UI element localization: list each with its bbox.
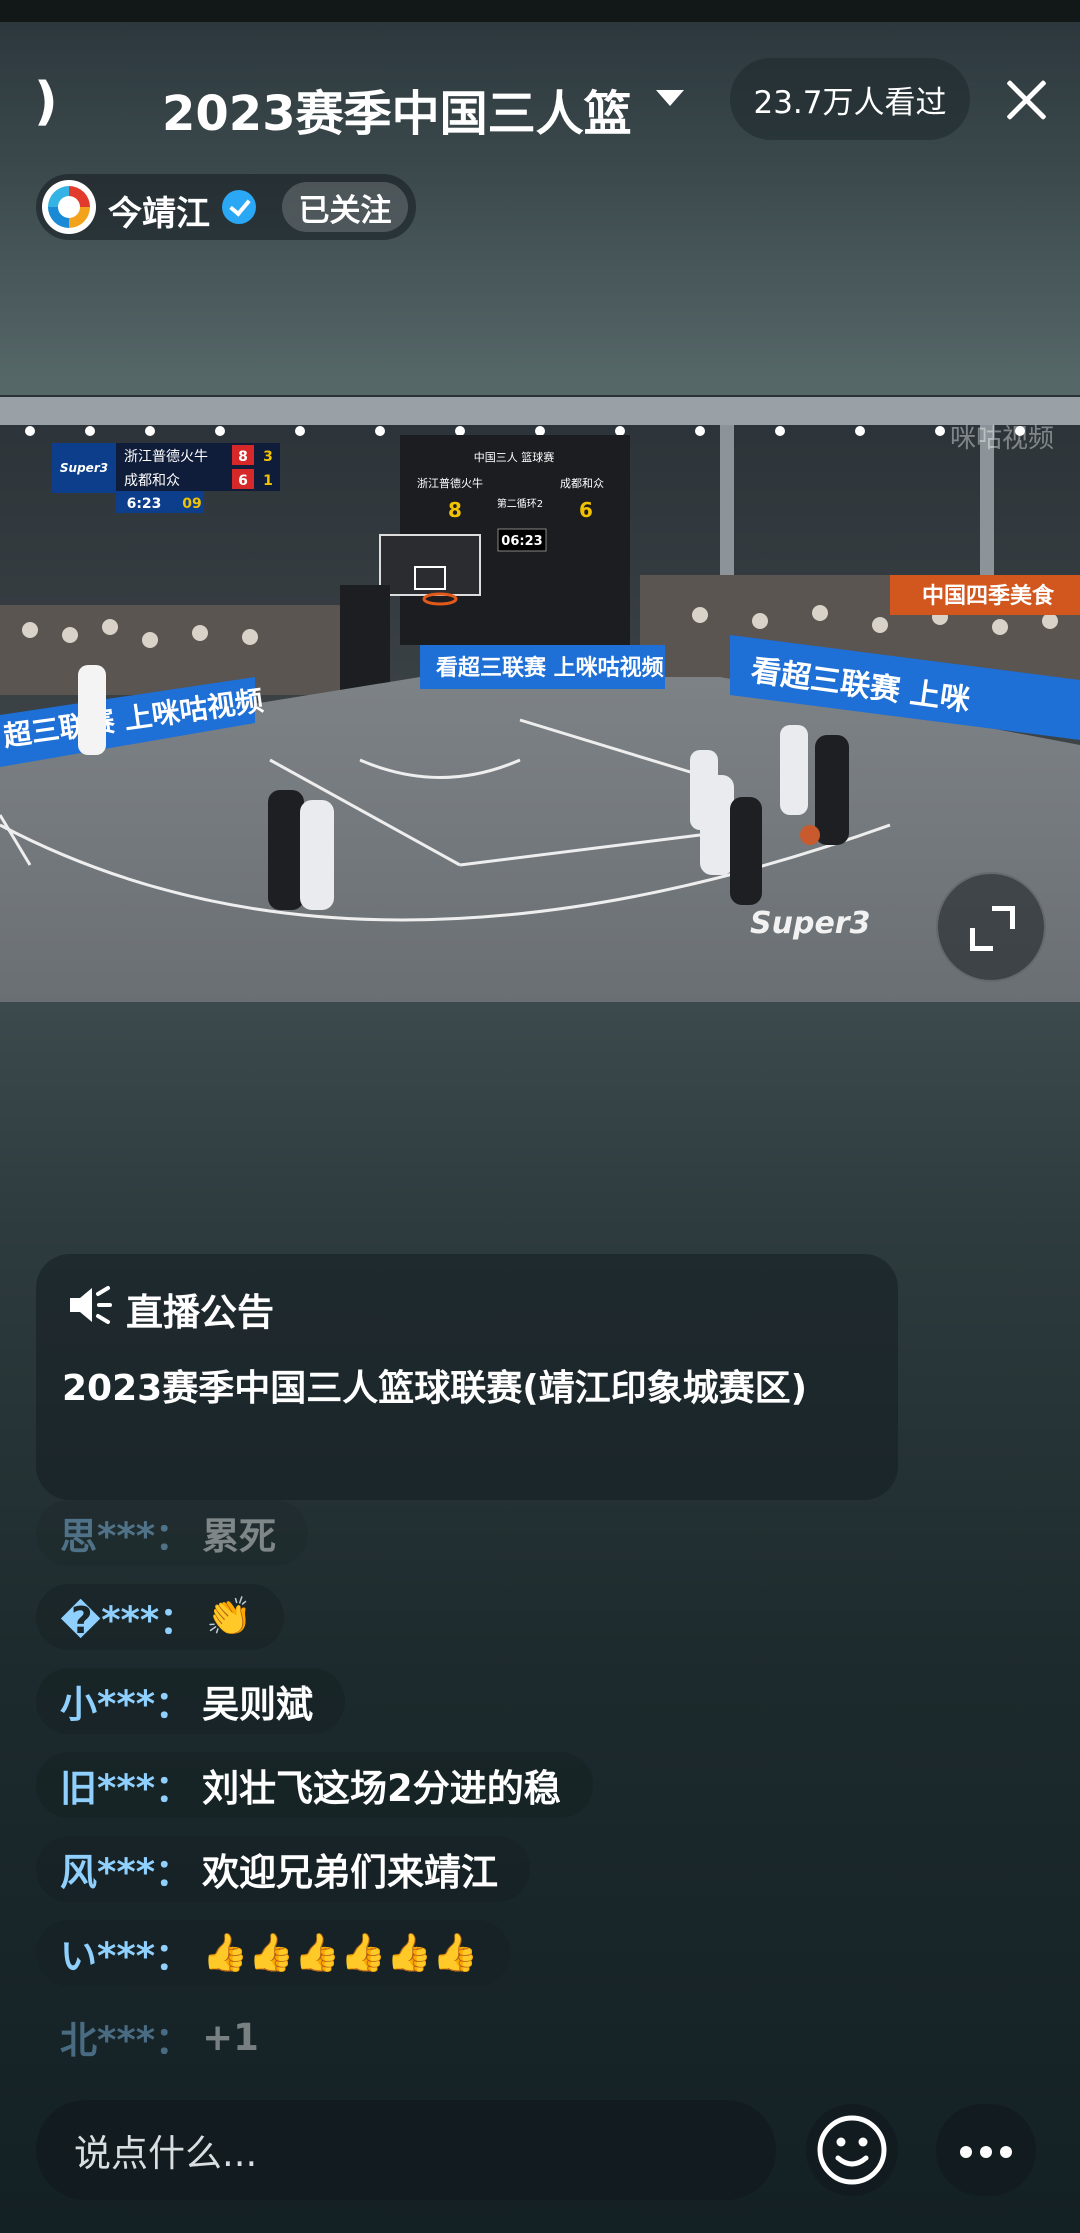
back-glyph[interactable]: ) [34, 72, 58, 132]
board-period: 第二循环2 [497, 497, 543, 510]
chat-username[interactable]: い***： [60, 1926, 192, 1980]
scorebug-badge: Super3 [60, 461, 108, 475]
expand-icon [992, 906, 1015, 929]
host-card[interactable]: 今靖江 已关注 [36, 174, 416, 240]
video-watermark: 咪咕视频 [950, 424, 1054, 454]
chat-text: 👏 [206, 1595, 253, 1638]
banner-center: 看超三联赛 上咪咕视频 [436, 655, 664, 681]
chat-message: 思***： 累死 [36, 1500, 309, 1566]
avatar[interactable] [42, 180, 96, 234]
board-team-b: 成都和众 [560, 477, 604, 490]
chat-text: +1 [202, 2015, 259, 2059]
chat-message: い***： 👍👍👍👍👍👍 [36, 1920, 511, 1986]
chat-message: 北***： +1 [36, 2004, 291, 2070]
bottom-bar: 说点什么... [0, 2100, 1080, 2200]
scorebug-game-clock: 6:23 [127, 496, 162, 512]
chevron-down-icon[interactable] [656, 90, 684, 106]
board-clock: 06:23 [501, 534, 542, 549]
chat-username[interactable]: 思***： [60, 1506, 192, 1560]
scorebug-score-a: 8 [238, 449, 248, 465]
scorebug-fouls-b: 1 [263, 473, 273, 489]
speaker-icon [70, 1286, 112, 1324]
chat-username[interactable]: 旧***： [60, 1758, 192, 1812]
chat-username[interactable]: 风***： [60, 1842, 192, 1896]
scorebug-score-b: 6 [238, 473, 248, 489]
more-icon [960, 2146, 972, 2158]
video-player[interactable]: 中国三人 篮球赛 浙江普德火牛 成都和众 8 6 第二循环2 06:23 超三联… [0, 395, 1080, 1002]
follow-button[interactable]: 已关注 [282, 182, 408, 232]
chat-message: 小***： 吴则斌 [36, 1668, 346, 1734]
board-score-a: 8 [448, 498, 462, 522]
expand-icon-corner [970, 928, 993, 951]
scorebug-shot-clock: 09 [182, 496, 201, 512]
emoji-button[interactable] [806, 2104, 898, 2196]
board-score-b: 6 [579, 498, 593, 522]
board-team-a: 浙江普德火牛 [417, 476, 483, 490]
chat-text: 欢迎兄弟们来靖江 [202, 1851, 499, 1894]
smiley-icon [817, 2115, 887, 2185]
chat-message: 风***： 欢迎兄弟们来靖江 [36, 1836, 531, 1902]
live-notice: 直播公告 2023赛季中国三人篮球联赛(靖江印象城赛区) [36, 1254, 898, 1500]
notice-label: 直播公告 [126, 1291, 274, 1334]
scorebug-team-a: 浙江普德火牛 [124, 449, 208, 465]
host-name: 今靖江 [108, 194, 210, 234]
live-title[interactable]: 2023赛季中国三人篮球联赛(靖江印象城赛区) [162, 74, 632, 144]
close-icon[interactable] [1002, 76, 1050, 124]
more-button[interactable] [936, 2104, 1036, 2196]
scorebug-fouls-a: 3 [263, 449, 273, 465]
scorebug-team-b: 成都和众 [124, 473, 180, 489]
notice-body: 2023赛季中国三人篮球联赛(靖江印象城赛区) [62, 1368, 808, 1409]
chat-input[interactable]: 说点什么... [36, 2100, 776, 2200]
chat-text: 吴则斌 [202, 1683, 314, 1726]
chat-message: 旧***： 刘壮飞这场2分进的稳 [36, 1752, 593, 1818]
chat-message: �***： 👏 [36, 1584, 285, 1650]
video-frame: 中国三人 篮球赛 浙江普德火牛 成都和众 8 6 第二循环2 06:23 超三联… [0, 395, 1080, 1002]
chat-text: 刘壮飞这场2分进的稳 [202, 1767, 561, 1810]
verified-icon [222, 190, 256, 224]
chat-text: 累死 [202, 1515, 277, 1558]
more-icon-dot [1000, 2146, 1012, 2158]
board-header: 中国三人 篮球赛 [474, 450, 555, 464]
chat-text: 👍👍👍👍👍👍 [202, 1931, 479, 1974]
viewer-count: 23.7万人看过 [730, 58, 970, 140]
status-bar [0, 0, 1080, 22]
chat-username[interactable]: 北***： [60, 2010, 192, 2064]
live-header: ) 2023赛季中国三人篮球联赛(靖江印象城赛区) 23.7万人看过 [0, 56, 1080, 146]
court-logo: Super3 [750, 906, 870, 941]
fullscreen-button[interactable] [936, 872, 1046, 982]
banner-top-right: 中国四季美食 [922, 583, 1055, 609]
more-icon-dot [980, 2146, 992, 2158]
chat-username[interactable]: �***： [60, 1590, 196, 1644]
chat-username[interactable]: 小***： [60, 1674, 192, 1728]
